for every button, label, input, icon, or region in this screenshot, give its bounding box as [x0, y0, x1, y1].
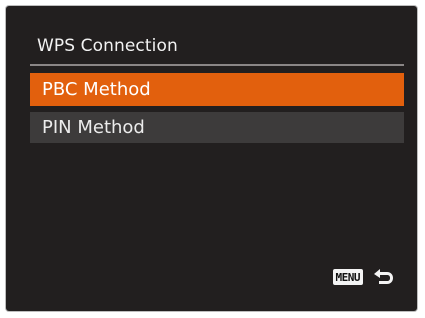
return-arrow-icon [374, 269, 393, 284]
footer-hint: MENU [332, 268, 396, 286]
camera-wps-screen: WPS Connection PBC Method PIN Method MEN… [6, 6, 417, 311]
menu-item-label: PIN Method [42, 117, 145, 138]
menu-item-pbc-method[interactable]: PBC Method [30, 73, 404, 106]
menu-item-pin-method[interactable]: PIN Method [30, 112, 404, 143]
menu-button-icon[interactable]: MENU [332, 269, 363, 285]
menu-item-label: PBC Method [42, 79, 151, 100]
page-title: WPS Connection [37, 36, 178, 56]
title-divider [30, 64, 404, 66]
